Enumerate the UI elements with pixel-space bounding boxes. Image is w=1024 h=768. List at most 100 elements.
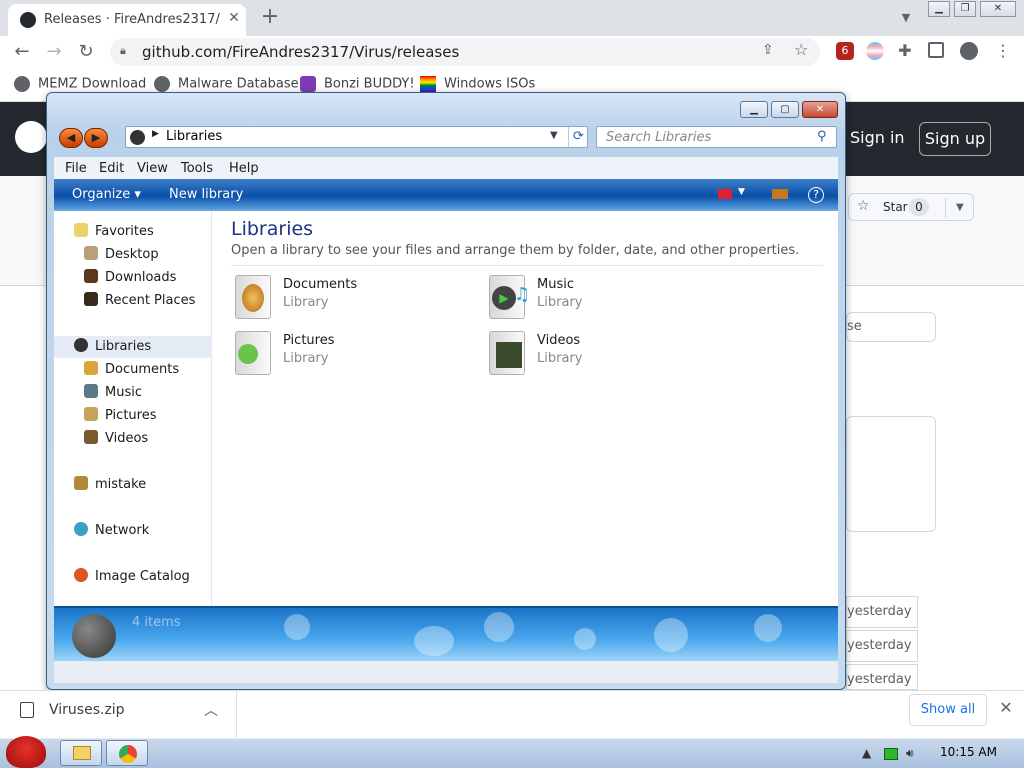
nav-videos[interactable]: Videos [54,428,212,450]
github-logo-icon[interactable] [15,121,47,153]
back-icon[interactable]: ← [10,40,34,64]
menu-file[interactable]: File [65,161,87,176]
volume-icon[interactable]: 🔊︎ [906,746,914,761]
nav-homegroup[interactable]: mistake [54,474,212,496]
nav-image-catalog[interactable]: Image Catalog [54,566,212,588]
rainbow-flag-icon [420,76,436,92]
tab-title: Releases · FireAndres2317/Virus/releases [44,12,220,27]
preview-pane-icon[interactable] [772,189,788,199]
menu-tools[interactable]: Tools [181,161,213,176]
page-title: Libraries [231,218,314,240]
network-tray-icon[interactable] [884,748,898,760]
library-pictures[interactable]: Pictures Library [231,329,451,379]
explorer-forward-button[interactable]: ▶ [84,128,108,148]
taskbar-explorer-button[interactable] [60,740,102,766]
bookmark-star-icon[interactable]: ☆ [794,40,808,59]
explorer-maximize-button[interactable]: ▢ [771,101,799,118]
show-all-button[interactable]: Show all [909,694,987,726]
refresh-icon[interactable]: ⟳ [568,127,588,147]
close-button[interactable]: ✕ [980,1,1016,17]
share-icon[interactable]: ⇪ [762,42,774,58]
menu-edit[interactable]: Edit [99,161,124,176]
reload-icon[interactable]: ↻ [74,40,98,64]
downloads-icon [84,269,98,283]
browser-tab[interactable]: Releases · FireAndres2317/Virus/releases… [8,4,246,36]
search-icon[interactable]: ⚲ [817,129,827,144]
profile-avatar-icon[interactable] [960,42,978,60]
url-text: github.com/FireAndres2317/Virus/releases [142,43,460,61]
lock-icon: 🔒︎ [120,44,126,57]
nav-downloads[interactable]: Downloads [54,267,212,289]
breadcrumb-arrow-icon[interactable]: ▶ [152,129,159,139]
network-icon [74,522,88,536]
tab-close-button[interactable]: ✕ [224,8,244,28]
explorer-minimize-button[interactable]: ▁ [740,101,768,118]
menu-kebab-icon[interactable]: ⋮ [994,42,1012,60]
clock[interactable]: 10:15 AM [940,745,997,759]
restore-button[interactable]: ❐ [954,1,976,17]
chevron-down-icon[interactable]: ▼ [945,198,964,218]
libraries-icon [74,338,88,352]
menu-help[interactable]: Help [229,161,259,176]
new-tab-button[interactable]: + [258,6,282,30]
library-videos[interactable]: Videos Library [485,329,705,379]
nav-favorites[interactable]: Favorites [54,221,212,243]
show-hidden-icons-icon[interactable]: ▲ [862,746,871,760]
release-time: yesterday [846,596,918,628]
new-library-button[interactable]: New library [169,187,243,202]
globe-icon [154,76,170,92]
address-bar[interactable]: 🔒︎ github.com/FireAndres2317/Virus/relea… [110,38,820,66]
extensions-puzzle-icon[interactable]: ✚ [896,42,914,60]
music-library-icon: ▶ ♫ [489,275,530,319]
image-catalog-icon [74,568,88,582]
explorer-back-button[interactable]: ◀ [59,128,83,148]
sign-up-button[interactable]: Sign up [919,122,991,156]
nav-recent-places[interactable]: Recent Places [54,290,212,312]
address-text: Libraries [166,129,223,144]
extension-shield-icon[interactable]: 6 [836,42,854,60]
download-item[interactable]: Viruses.zip ︿ [18,700,236,728]
minimize-button[interactable]: ▁ [928,1,950,17]
chrome-icon [119,745,137,763]
forward-icon[interactable]: → [42,40,66,64]
libraries-large-icon [72,614,116,658]
sign-in-link[interactable]: Sign in [850,128,905,147]
star-icon [74,223,88,237]
explorer-close-button[interactable]: ✕ [802,101,838,118]
start-button[interactable] [0,730,50,768]
item-count: 4 items [132,615,181,630]
explorer-address-bar[interactable]: ▶ Libraries ▼ ⟳ [125,126,588,148]
organize-button[interactable]: Organize ▾ [72,187,141,202]
close-download-bar-icon[interactable]: ✕ [996,698,1016,718]
nav-music[interactable]: Music [54,382,212,404]
nav-desktop[interactable]: Desktop [54,244,212,266]
nav-libraries[interactable]: Libraries [54,336,212,358]
extension-flag-icon[interactable] [866,42,884,60]
navigation-pane: Favorites Desktop Downloads Recent Place… [54,211,212,606]
music-icon [84,384,98,398]
help-icon[interactable]: ? [808,187,824,203]
tab-search-icon[interactable]: ▼ [896,8,916,28]
angry-bird-icon [6,736,46,768]
nav-pictures[interactable]: Pictures [54,405,212,427]
address-dropdown-icon[interactable]: ▼ [550,130,558,141]
taskbar-chrome-button[interactable] [106,740,148,766]
nav-buttons: ◀ ▶ [59,128,109,148]
view-options-icon[interactable] [718,189,732,199]
desktop-icon [84,246,98,260]
videos-library-icon [489,331,525,375]
nav-documents[interactable]: Documents [54,359,212,381]
nav-network[interactable]: Network [54,520,212,542]
library-documents[interactable]: Documents Library [231,273,451,323]
release-time: yesterday [846,630,918,662]
chevron-up-icon[interactable]: ︿ [204,700,218,720]
find-release-input[interactable]: se [846,312,936,342]
menu-view[interactable]: View [137,161,168,176]
videos-icon [84,430,98,444]
content-pane: Libraries Open a library to see your fil… [212,211,838,606]
explorer-search-input[interactable]: Search Libraries ⚲ [596,126,837,148]
library-music[interactable]: ▶ ♫ Music Library [485,273,705,323]
side-panel-icon[interactable] [928,42,944,58]
star-button[interactable]: ☆ Star 0 ▼ [848,193,974,221]
view-dropdown-icon[interactable]: ▼ [738,187,745,197]
